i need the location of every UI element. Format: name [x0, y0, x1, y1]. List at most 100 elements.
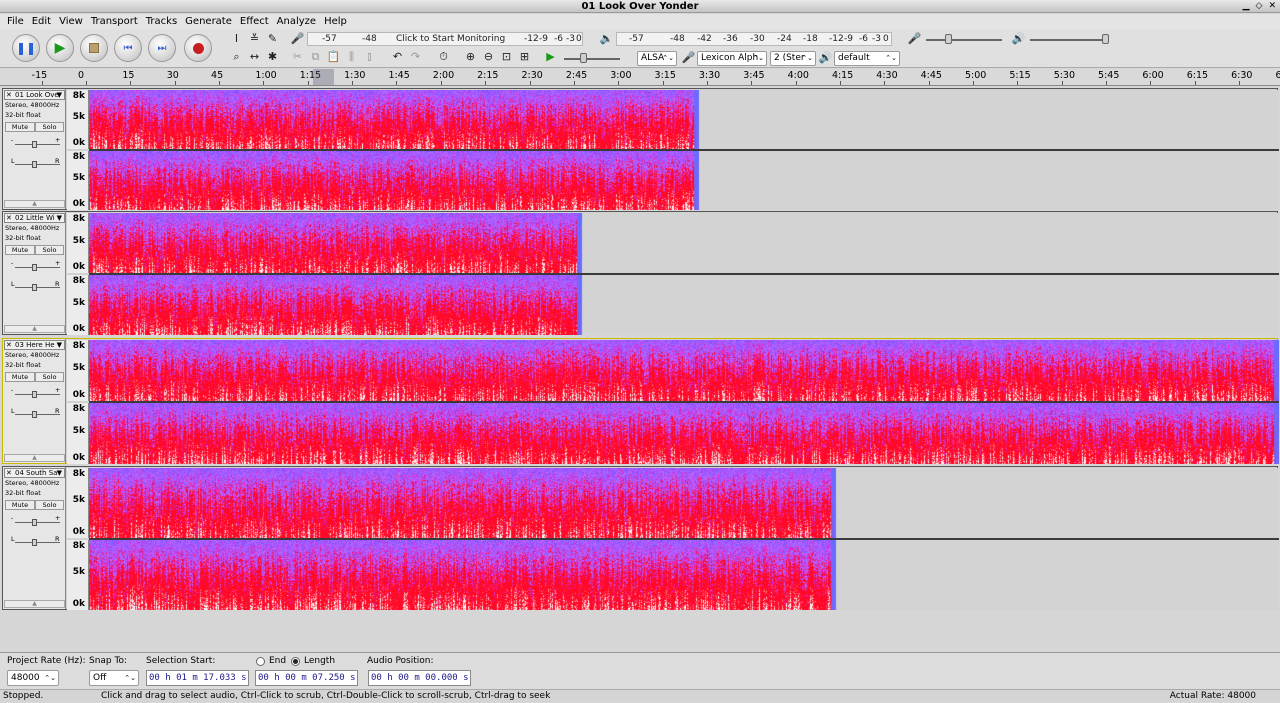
snap-to-select[interactable]: Off: [89, 670, 139, 686]
menu-analyze[interactable]: Analyze: [273, 14, 320, 29]
meter-monitor-hint[interactable]: Click to Start Monitoring: [394, 33, 508, 45]
menu-file[interactable]: File: [3, 14, 28, 29]
project-rate-select[interactable]: 48000: [7, 670, 59, 686]
skip-start-button[interactable]: ⏮: [114, 34, 142, 62]
close-track-icon[interactable]: ✕: [6, 341, 12, 349]
solo-button[interactable]: Solo: [35, 122, 64, 132]
track-name-menu[interactable]: ✕ 03 Here He ▼: [4, 340, 65, 350]
pan-slider[interactable]: [15, 414, 60, 415]
gain-slider[interactable]: [15, 144, 60, 145]
recording-volume-knob[interactable]: [945, 34, 952, 44]
envelope-tool-icon[interactable]: ≚: [246, 30, 263, 47]
pan-knob[interactable]: [32, 284, 37, 291]
undo-icon[interactable]: ↶: [389, 48, 406, 65]
collapse-track-button[interactable]: ▲: [4, 454, 65, 462]
zoom-in-icon[interactable]: ⊕: [462, 48, 479, 65]
playback-volume-slider[interactable]: [1030, 39, 1108, 41]
sync-lock-icon[interactable]: ⏱: [435, 48, 452, 65]
mute-button[interactable]: Mute: [5, 372, 35, 382]
stop-button[interactable]: [80, 34, 108, 62]
track-control-panel[interactable]: ✕ 01 Look Ove ▼ Stereo, 48000Hz 32-bit f…: [3, 89, 66, 209]
recording-volume-slider[interactable]: [926, 39, 1002, 41]
pan-slider[interactable]: [15, 542, 60, 543]
audio-host-select[interactable]: ALSA: [637, 51, 677, 66]
fit-project-icon[interactable]: ⊞: [516, 48, 533, 65]
spectrogram-channel[interactable]: [89, 340, 1279, 401]
menu-tracks[interactable]: Tracks: [142, 14, 181, 29]
record-meter[interactable]: -57 -48 Click to Start Monitoring -12 -9…: [307, 32, 583, 46]
spectrogram-channel[interactable]: [89, 275, 1279, 335]
menu-generate[interactable]: Generate: [181, 14, 236, 29]
menu-edit[interactable]: Edit: [28, 14, 55, 29]
gain-knob[interactable]: [32, 141, 37, 148]
record-button[interactable]: [184, 34, 212, 62]
menu-view[interactable]: View: [55, 14, 87, 29]
track-name-menu[interactable]: ✕ 01 Look Ove ▼: [4, 90, 65, 100]
spectrogram-channel[interactable]: [89, 151, 1279, 210]
mute-button[interactable]: Mute: [5, 500, 35, 510]
fit-selection-icon[interactable]: ⊡: [498, 48, 515, 65]
close-track-icon[interactable]: ✕: [6, 469, 12, 477]
timeshift-tool-icon[interactable]: ↔: [246, 48, 263, 65]
gain-knob[interactable]: [32, 391, 37, 398]
zoom-tool-icon[interactable]: ⌕: [228, 48, 245, 65]
gain-knob[interactable]: [32, 519, 37, 526]
play-meter-speaker-icon[interactable]: 🔈: [598, 30, 615, 47]
audio-track[interactable]: ✕ 04 South Sa ▼ Stereo, 48000Hz 32-bit f…: [2, 466, 1279, 610]
play-speed-knob[interactable]: [580, 53, 587, 63]
zoom-out-icon[interactable]: ⊖: [480, 48, 497, 65]
pan-slider[interactable]: [15, 164, 60, 165]
solo-button[interactable]: Solo: [35, 245, 64, 255]
solo-button[interactable]: Solo: [35, 500, 64, 510]
trim-icon[interactable]: ⫼: [343, 48, 360, 65]
menu-transport[interactable]: Transport: [87, 14, 142, 29]
maximize-icon[interactable]: ◇: [1256, 0, 1263, 13]
audio-track[interactable]: ✕ 01 Look Ove ▼ Stereo, 48000Hz 32-bit f…: [2, 88, 1279, 210]
minimize-icon[interactable]: ▁: [1243, 0, 1250, 13]
close-icon[interactable]: ✕: [1268, 0, 1276, 13]
track-control-panel[interactable]: ✕ 03 Here He ▼ Stereo, 48000Hz 32-bit fl…: [3, 339, 66, 463]
chevron-down-icon[interactable]: ▼: [57, 214, 62, 222]
chevron-down-icon[interactable]: ▼: [57, 469, 62, 477]
selection-length-field[interactable]: 00 h 00 m 07.250 s: [255, 670, 358, 686]
skip-end-button[interactable]: ⏭: [148, 34, 176, 62]
recording-channels-select[interactable]: 2 (Ster: [770, 51, 816, 66]
pan-knob[interactable]: [32, 161, 37, 168]
paste-icon[interactable]: 📋: [325, 48, 342, 65]
chevron-down-icon[interactable]: ▼: [57, 341, 62, 349]
length-radio[interactable]: [291, 657, 300, 666]
audio-track[interactable]: ✕ 03 Here He ▼ Stereo, 48000Hz 32-bit fl…: [2, 338, 1279, 464]
track-control-panel[interactable]: ✕ 02 Little Wi ▼ Stereo, 48000Hz 32-bit …: [3, 212, 66, 334]
audio-position-field[interactable]: 00 h 00 m 00.000 s: [368, 670, 471, 686]
playback-device-select[interactable]: default: [834, 51, 900, 66]
silence-icon[interactable]: ⫾: [361, 48, 378, 65]
redo-icon[interactable]: ↷: [407, 48, 424, 65]
multi-tool-icon[interactable]: ✱: [264, 48, 281, 65]
spectrogram-channel[interactable]: [89, 540, 1279, 610]
spectrogram-channel[interactable]: [89, 403, 1279, 464]
pause-button[interactable]: ❚❚: [12, 34, 40, 62]
close-track-icon[interactable]: ✕: [6, 91, 12, 99]
track-name-menu[interactable]: ✕ 04 South Sa ▼: [4, 468, 65, 478]
collapse-track-button[interactable]: ▲: [4, 600, 65, 608]
selection-start-field[interactable]: 00 h 01 m 17.033 s: [146, 670, 249, 686]
spectrogram-channel[interactable]: [89, 90, 1279, 149]
solo-button[interactable]: Solo: [35, 372, 64, 382]
track-control-panel[interactable]: ✕ 04 South Sa ▼ Stereo, 48000Hz 32-bit f…: [3, 467, 66, 609]
spectrogram-channel[interactable]: [89, 213, 1279, 273]
playback-meter[interactable]: -57 -48 -42 -36 -30 -24 -18 -12 -9 -6 -3…: [616, 32, 892, 46]
play-button[interactable]: ▶: [46, 34, 74, 62]
copy-icon[interactable]: ⧉: [307, 48, 324, 65]
collapse-track-button[interactable]: ▲: [4, 325, 65, 333]
gain-slider[interactable]: [15, 267, 60, 268]
audio-track[interactable]: ✕ 02 Little Wi ▼ Stereo, 48000Hz 32-bit …: [2, 211, 1279, 335]
draw-tool-icon[interactable]: ✎: [264, 30, 281, 47]
play-speed-slider[interactable]: [564, 58, 620, 60]
selection-tool-icon[interactable]: I: [228, 30, 245, 47]
timeline-ruler[interactable]: -15 0 15 30 45 1:00 1:15 1:30 1:45 2:00 2:15 2:30 2:…: [0, 69, 1280, 86]
gain-knob[interactable]: [32, 264, 37, 271]
cut-icon[interactable]: ✂: [289, 48, 306, 65]
gain-slider[interactable]: [15, 394, 60, 395]
pan-knob[interactable]: [32, 411, 37, 418]
spectrogram-channel[interactable]: [89, 468, 1279, 538]
